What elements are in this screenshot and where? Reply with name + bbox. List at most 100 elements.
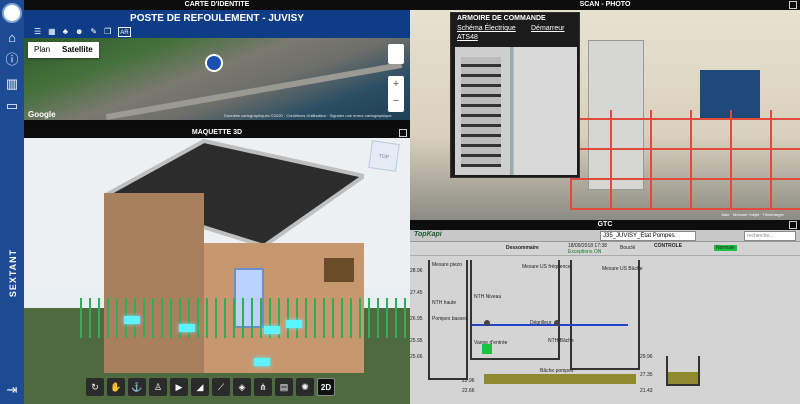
anchor-icon[interactable]: ⚓: [128, 378, 146, 396]
valve-icon[interactable]: [484, 320, 490, 326]
sidebar: ⌂ ⓘ ▥ ▭ SEXTANT ⇥: [0, 0, 24, 404]
building-side-wall: [104, 193, 204, 373]
folder-icon[interactable]: ▭: [4, 98, 20, 114]
level-value: 22.66: [462, 388, 475, 394]
normal-button[interactable]: Normale: [714, 245, 737, 251]
identity-panel: CARTE D'IDENTITE POSTE DE REFOULEMENT - …: [24, 0, 410, 128]
measure-icon[interactable]: ⟋: [212, 378, 230, 396]
water-level: [484, 374, 636, 384]
status-ok: Exceptions ON: [568, 249, 602, 255]
map-credits[interactable]: Données cartographiques ©2020 · Conditio…: [224, 113, 392, 118]
app-logo[interactable]: [2, 3, 22, 23]
section-icon[interactable]: ◢: [191, 378, 209, 396]
topkapi-logo: TopKapi: [414, 231, 442, 238]
label-us-freq: Mesure US fréquence: [522, 264, 571, 270]
home-icon[interactable]: ⌂: [4, 30, 20, 46]
properties-icon[interactable]: ▤: [275, 378, 293, 396]
label-nth-level: NTH Niveau: [474, 294, 502, 300]
users-icon[interactable]: ☻: [75, 27, 83, 37]
valve-icon[interactable]: [554, 320, 560, 326]
gtc-search-input[interactable]: recherche...: [744, 231, 796, 241]
model3d-panel: MAQUETTE 3D TOP ↻ ✋ ⚓ ♙ ▶ ◢ ⟋ ◈ ⋔ ▤ ✺ 2D: [24, 128, 410, 404]
ats48-link[interactable]: ATS48: [457, 34, 478, 41]
structure-icon[interactable]: ⋔: [254, 378, 272, 396]
label-piezo: Mesure piezo: [432, 262, 463, 268]
page-title: POSTE DE REFOULEMENT - JUVISY: [130, 13, 304, 24]
hatch-marker[interactable]: [264, 326, 280, 334]
pan-hand-icon[interactable]: ✋: [107, 378, 125, 396]
assets-icon[interactable]: ▥: [4, 76, 20, 92]
level-value: 25.95: [410, 338, 423, 344]
wrench-icon[interactable]: ✎: [90, 27, 97, 37]
hatch-marker[interactable]: [124, 316, 140, 324]
building-window: [324, 258, 354, 282]
hatch-marker[interactable]: [254, 358, 270, 366]
logout-icon[interactable]: ⇥: [4, 382, 20, 398]
info-icon[interactable]: ⓘ: [4, 52, 20, 68]
gtc-status-bar: Dessommaire 18/09/2018 17:38 Exceptions …: [410, 242, 800, 256]
expand-icon[interactable]: [789, 221, 797, 229]
tree-icon[interactable]: ♣: [63, 27, 68, 37]
map-icon[interactable]: ▦: [48, 27, 56, 37]
label-screen: Dégrilleur: [530, 320, 552, 326]
map-type-satellite[interactable]: Satellite: [56, 42, 99, 58]
level-value: 26.95: [410, 316, 423, 322]
map-type-plan[interactable]: Plan: [28, 42, 56, 58]
flow-pipe: [558, 324, 628, 326]
map-type-toggle: Plan Satellite: [28, 42, 99, 58]
cube-icon[interactable]: ◈: [233, 378, 251, 396]
map-view[interactable]: Plan Satellite + − Google Données cartog…: [24, 38, 410, 121]
pegman-icon[interactable]: [388, 44, 404, 64]
status-label: Dessommaire: [506, 245, 539, 251]
level-value: 21.43: [640, 388, 653, 394]
level-value: 29.96: [640, 354, 653, 360]
scan-caption: Aide · Mesurer l'objet · Télécharger: [721, 212, 785, 217]
station-select[interactable]: J35_JUVISY_Etat Pompes: [600, 231, 696, 241]
app-root: ⌂ ⓘ ▥ ▭ SEXTANT ⇥ CARTE D'IDENTITE POSTE…: [0, 0, 800, 404]
person-icon[interactable]: ♙: [149, 378, 167, 396]
orbit-icon[interactable]: ↻: [86, 378, 104, 396]
settings-icon[interactable]: ✺: [296, 378, 314, 396]
level-value: 27.45: [410, 290, 423, 296]
schema-link[interactable]: Schéma Électrique: [457, 25, 516, 32]
level-value: 25.66: [410, 354, 423, 360]
view-cube[interactable]: TOP: [368, 140, 400, 172]
identity-toolbar: ☰ ▦ ♣ ☻ ✎ ❒ AR: [34, 27, 131, 37]
scan-panel: SCAN - PHOTO ARMOIRE DE COMMANDE Schéma …: [410, 0, 800, 220]
ar-icon[interactable]: AR: [118, 27, 131, 37]
2d-button[interactable]: 2D: [317, 378, 335, 396]
expand-icon[interactable]: [789, 1, 797, 9]
label-bache-pumps: Bâche pompes: [540, 368, 574, 374]
3d-icon[interactable]: ❒: [104, 27, 111, 37]
layers-icon[interactable]: ☰: [34, 27, 41, 37]
level-value: 28.96: [410, 268, 423, 274]
camera-icon[interactable]: ▶: [170, 378, 188, 396]
starter-link[interactable]: Démarreur: [531, 25, 564, 32]
identity-header: POSTE DE REFOULEMENT - JUVISY ☰ ▦ ♣ ☻ ✎ …: [24, 10, 410, 38]
zoom-out-button[interactable]: −: [388, 93, 404, 110]
zoom-in-button[interactable]: +: [388, 76, 404, 93]
pit-pumps: [570, 260, 640, 370]
expand-icon[interactable]: [399, 129, 407, 137]
brand-name: SEXTANT: [8, 248, 18, 298]
hatch-marker[interactable]: [286, 320, 302, 328]
red-railing: [570, 110, 800, 210]
outlet-water: [668, 372, 698, 384]
mode-label: Bouclé: [620, 245, 636, 251]
level-value: 27.35: [640, 372, 653, 378]
google-logo: Google: [28, 110, 56, 119]
scan-section-title: SCAN - PHOTO: [410, 0, 800, 10]
label-nth-bache: NTH Bâche: [548, 338, 574, 344]
hatch-marker[interactable]: [179, 324, 195, 332]
label-us-measure: Mesure US Bâche: [602, 266, 643, 272]
label-valve-in: Vanne d'entrée: [474, 340, 508, 346]
level-value: 22.96: [462, 378, 475, 384]
identity-section-title: CARTE D'IDENTITE: [24, 0, 410, 10]
zoom-control: + −: [388, 76, 404, 112]
label-nth-high: NTH haute: [432, 300, 457, 306]
label-pumps-low: Pompes basses: [432, 316, 468, 322]
map-road: [105, 61, 403, 121]
controls-label: CONTROLE: [654, 243, 683, 249]
location-pin-icon[interactable]: [205, 54, 223, 72]
cabinet-photo: [455, 47, 577, 175]
